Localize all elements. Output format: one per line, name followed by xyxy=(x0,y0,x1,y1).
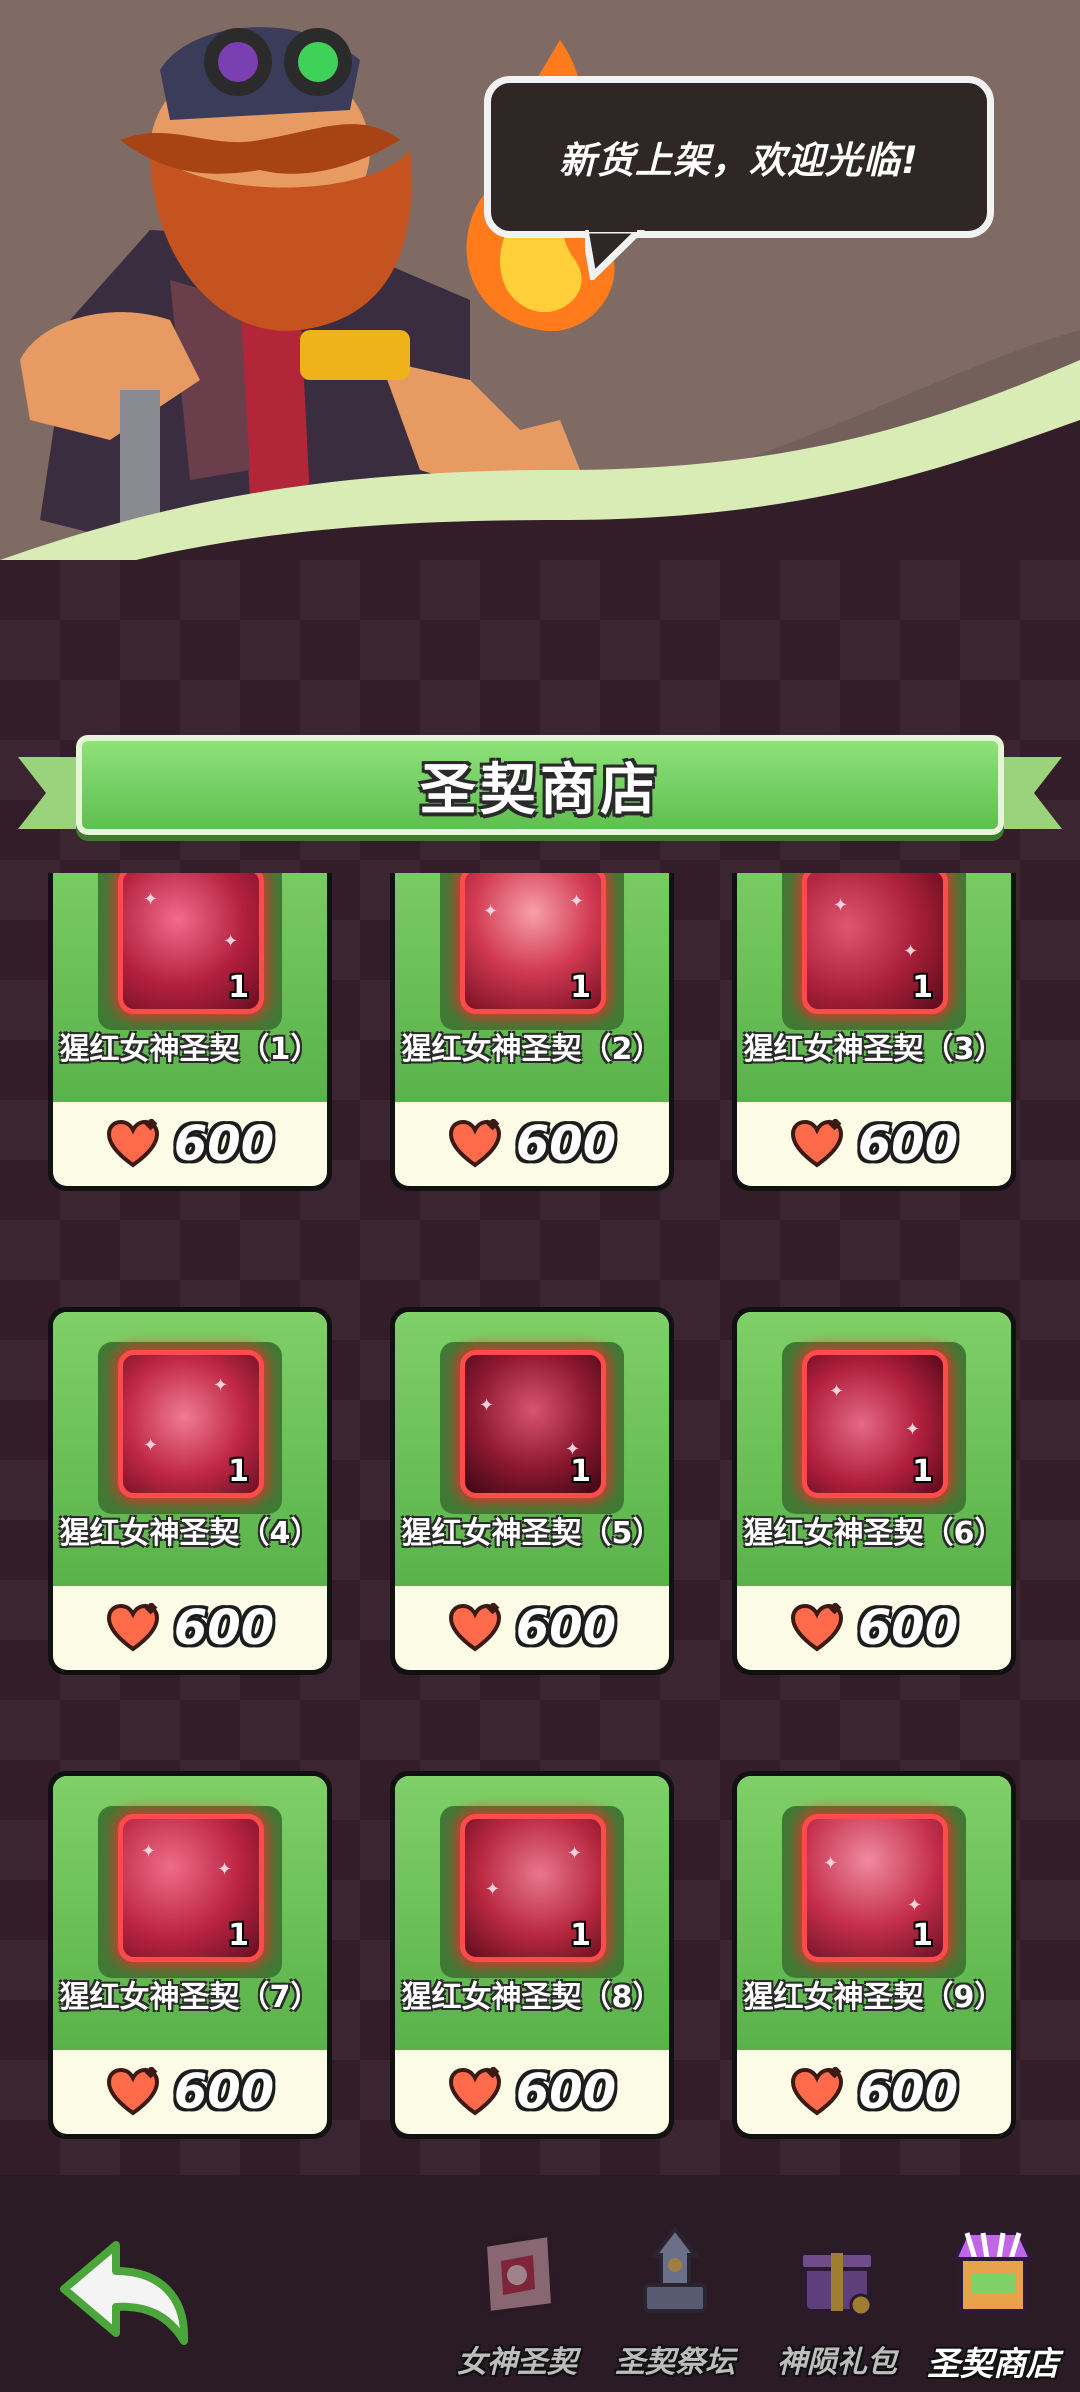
crimson-heart-currency-icon xyxy=(790,2067,843,2116)
shop-item-card[interactable]: ✦ ✦ 1 猩红女神圣契（1） 600 xyxy=(48,873,332,1191)
crimson-heart-currency-icon xyxy=(106,2067,159,2116)
item-price: 600 xyxy=(515,2064,617,2120)
tab-goddess-contract[interactable]: 女神圣契 xyxy=(442,2225,592,2385)
shop-item-card[interactable]: ✦ ✦ 1 猩红女神圣契（5） 600 xyxy=(390,1307,674,1675)
price-tag[interactable]: 600 xyxy=(395,1102,669,1186)
item-price: 600 xyxy=(515,1600,617,1656)
shop-item-grid[interactable]: ✦✦ 1 猩红女神圣契（1） 600 ✦✦ 1 猩红女神圣契（2） 600 xyxy=(0,873,1080,2145)
price-tag[interactable]: 600 xyxy=(395,2050,669,2134)
price-tag[interactable]: 600 xyxy=(395,1586,669,1670)
bottom-navigation: 女神圣契 圣契祭坛 神陨礼包 圣契商店 xyxy=(0,2175,1080,2392)
item-count: 1 xyxy=(228,970,249,1005)
contract-item-icon: ✦ ✦ 1 xyxy=(802,1814,948,1962)
shop-item-card[interactable]: ✦ ✦ 1 猩红女神圣契（7） 600 xyxy=(48,1771,332,2139)
shop-stall-icon xyxy=(951,2231,1035,2313)
item-name: 猩红女神圣契（5） xyxy=(401,1516,663,1551)
item-price: 600 xyxy=(857,1600,959,1656)
goddess-contract-icon xyxy=(482,2232,556,2316)
item-count: 1 xyxy=(570,1918,591,1953)
crimson-heart-currency-icon xyxy=(106,1603,159,1652)
banner-plate: 圣契商店 xyxy=(76,735,1004,835)
tab-label: 圣契祭坛 xyxy=(615,2345,735,2380)
price-tag[interactable]: 600 xyxy=(53,2050,327,2134)
contract-item-icon: ✦ ✦ 1 xyxy=(118,1350,264,1498)
tab-label: 神陨礼包 xyxy=(777,2345,897,2380)
contract-item-icon: ✦ ✦ 1 xyxy=(118,873,264,1014)
altar-icon xyxy=(643,2225,707,2313)
tab-label: 女神圣契 xyxy=(457,2345,577,2380)
item-name: 猩红女神圣契（9） xyxy=(743,1980,1005,2015)
item-count: 1 xyxy=(228,1918,249,1953)
item-price: 600 xyxy=(173,1600,275,1656)
item-count: 1 xyxy=(570,970,591,1005)
item-count: 1 xyxy=(912,1454,933,1489)
back-arrow-icon[interactable] xyxy=(56,2237,196,2347)
item-price: 600 xyxy=(173,1116,275,1172)
price-tag[interactable]: 600 xyxy=(737,2050,1011,2134)
contract-item-icon: ✦ ✦ 1 xyxy=(118,1814,264,1962)
tab-contract-altar[interactable]: 圣契祭坛 xyxy=(600,2225,750,2385)
shop-item-card[interactable]: ✦ ✦ 1 猩红女神圣契（9） 600 xyxy=(732,1771,1016,2139)
tab-gift-pack[interactable]: 神陨礼包 xyxy=(762,2225,912,2385)
contract-item-icon: ✦ ✦ 1 xyxy=(460,1350,606,1498)
item-name: 猩红女神圣契（2） xyxy=(401,1032,663,1067)
item-price: 600 xyxy=(857,1116,959,1172)
speech-bubble: 新货上架，欢迎光临! xyxy=(484,76,994,238)
item-price: 600 xyxy=(173,2064,275,2120)
price-tag[interactable]: 600 xyxy=(737,1586,1011,1670)
price-tag[interactable]: 600 xyxy=(737,1102,1011,1186)
shop-title: 圣契商店 xyxy=(420,757,660,823)
price-tag[interactable]: 600 xyxy=(53,1102,327,1186)
item-count: 1 xyxy=(570,1454,591,1489)
speech-text: 新货上架，欢迎光临! xyxy=(559,139,919,182)
shop-item-card[interactable]: ✦ ✦ 1 猩红女神圣契（6） 600 xyxy=(732,1307,1016,1675)
tab-label: 圣契商店 xyxy=(927,2344,1059,2383)
item-price: 600 xyxy=(515,1116,617,1172)
crimson-heart-currency-icon xyxy=(448,2067,501,2116)
item-name: 猩红女神圣契（1） xyxy=(59,1032,321,1067)
speech-bubble-tail xyxy=(585,230,645,280)
item-name: 猩红女神圣契（6） xyxy=(743,1516,1005,1551)
contract-item-icon: ✦ ✦ 1 xyxy=(802,873,948,1014)
crimson-heart-currency-icon xyxy=(106,1119,159,1168)
item-price: 600 xyxy=(857,2064,959,2120)
shop-item-card[interactable]: ✦ ✦ 1 猩红女神圣契（2） 600 xyxy=(390,873,674,1191)
item-count: 1 xyxy=(228,1454,249,1489)
crimson-heart-currency-icon xyxy=(790,1119,843,1168)
tab-contract-shop[interactable]: 圣契商店 xyxy=(918,2225,1068,2385)
crimson-heart-currency-icon xyxy=(448,1119,501,1168)
shop-title-banner: 圣契商店 xyxy=(18,735,1062,847)
contract-item-icon: ✦ ✦ 1 xyxy=(460,873,606,1014)
crimson-heart-currency-icon xyxy=(790,1603,843,1652)
item-name: 猩红女神圣契（3） xyxy=(743,1032,1005,1067)
gift-pack-icon xyxy=(799,2251,875,2317)
contract-item-icon: ✦ ✦ 1 xyxy=(802,1350,948,1498)
item-name: 猩红女神圣契（8） xyxy=(401,1980,663,2015)
contract-item-icon: ✦ ✦ 1 xyxy=(460,1814,606,1962)
item-count: 1 xyxy=(912,1918,933,1953)
item-name: 猩红女神圣契（4） xyxy=(59,1516,321,1551)
crimson-heart-currency-icon xyxy=(448,1603,501,1652)
shop-item-card[interactable]: ✦ ✦ 1 猩红女神圣契（4） 600 xyxy=(48,1307,332,1675)
shop-item-card[interactable]: ✦ ✦ 1 猩红女神圣契（8） 600 xyxy=(390,1771,674,2139)
price-tag[interactable]: 600 xyxy=(53,1586,327,1670)
item-count: 1 xyxy=(912,970,933,1005)
shop-item-card[interactable]: ✦ ✦ 1 猩红女神圣契（3） 600 xyxy=(732,873,1016,1191)
item-name: 猩红女神圣契（7） xyxy=(59,1980,321,2015)
